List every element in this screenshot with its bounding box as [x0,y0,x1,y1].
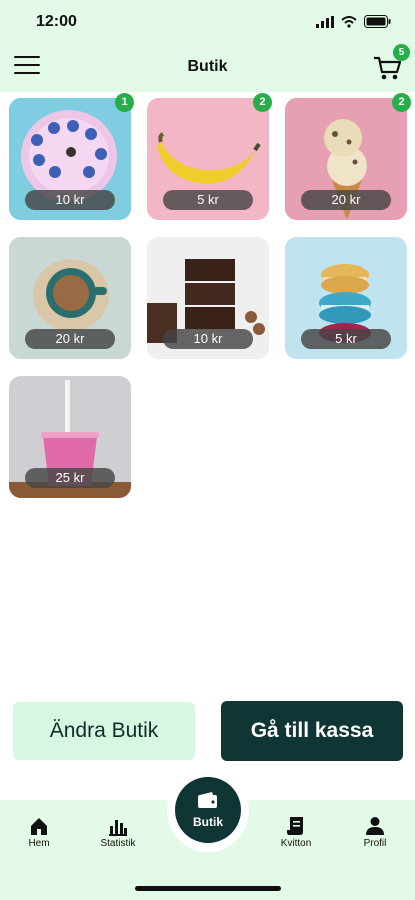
status-time: 12:00 [36,13,77,30]
wifi-icon [341,15,357,28]
product-price: 10 kr [25,190,115,210]
quantity-badge: 2 [392,93,411,112]
quantity-badge: 2 [253,93,272,112]
bar-chart-icon [109,820,127,836]
nav-item-receipts[interactable]: Kvitton [256,816,336,849]
product-price: 20 kr [25,329,115,349]
product-price: 5 kr [301,329,391,349]
product-tile-donut[interactable]: 10 kr [9,98,131,220]
product-price: 10 kr [163,329,253,349]
home-icon [31,818,47,835]
product-tile-macarons[interactable]: 5 kr [285,237,407,359]
product-tile-coffee[interactable]: 20 kr [9,237,131,359]
product-price: 25 kr [25,468,115,488]
status-icons [316,15,391,28]
nav-item-stats[interactable]: Statistik [78,816,158,849]
change-store-button[interactable]: Ändra Butik [13,702,195,760]
battery-icon [364,15,391,28]
top-bar: 12:00 Butik 5 [0,0,415,92]
product-price: 5 kr [163,190,253,210]
product-tile-smoothie[interactable]: 25 kr [9,376,131,498]
nav-label: Profil [363,838,387,849]
nav-item-store[interactable]: Butik [175,777,241,843]
nav-label: Hem [28,838,50,849]
nav-label: Statistik [100,838,136,849]
product-tile-banana[interactable]: 5 kr [147,98,269,220]
product-tile-brownie[interactable]: 10 kr [147,237,269,359]
signal-icon [316,15,334,28]
receipt-icon [287,817,303,835]
nav-item-home[interactable]: Hem [0,816,79,849]
nav-item-profile[interactable]: Profil [335,816,415,849]
cart-count-badge: 5 [393,44,410,61]
product-tile-ice-cream[interactable]: 20 kr [285,98,407,220]
nav-label: Kvitton [280,838,312,849]
nav-label: Butik [193,815,223,829]
wallet-icon [198,792,217,808]
checkout-button[interactable]: Gå till kassa [221,701,403,761]
product-price: 20 kr [301,190,391,210]
quantity-badge: 1 [115,93,134,112]
home-indicator [135,886,281,891]
page-title: Butik [187,58,228,75]
profile-icon [366,817,384,835]
